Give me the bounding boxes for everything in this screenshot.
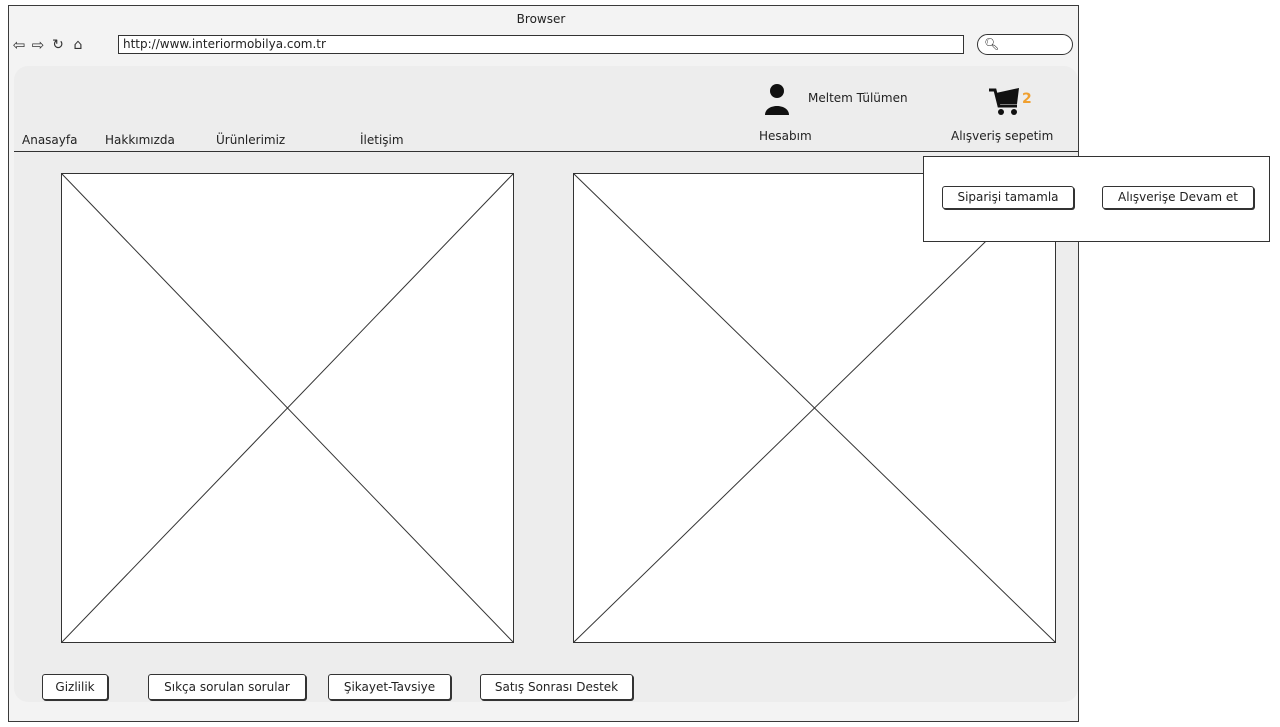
footer-feedback-button[interactable]: Şikayet-Tavsiye <box>328 674 451 700</box>
nav-link-about[interactable]: Hakkımızda <box>105 133 175 147</box>
image-placeholder-icon <box>62 174 513 642</box>
user-name: Meltem Tülümen <box>808 91 908 105</box>
account-link[interactable]: Hesabım <box>759 129 812 143</box>
back-arrow-icon[interactable]: ⇦ <box>10 36 28 54</box>
footer-privacy-button[interactable]: Gizlilik <box>42 674 108 700</box>
footer-support-button[interactable]: Satış Sonrası Destek <box>480 674 633 700</box>
magnifier-icon: 🔍︎ <box>984 37 1000 51</box>
cart-count-badge: 2 <box>1022 91 1032 107</box>
footer-faq-button[interactable]: Sıkça sorulan sorular <box>148 674 306 700</box>
forward-arrow-icon[interactable]: ⇨ <box>29 36 47 54</box>
url-field[interactable]: http://www.interiormobilya.com.tr <box>118 35 964 54</box>
image-placeholder-icon <box>574 174 1055 642</box>
nav-link-products[interactable]: Ürünlerimiz <box>216 133 285 147</box>
reload-icon[interactable]: ↻ <box>49 36 67 54</box>
home-icon[interactable]: ⌂ <box>69 36 87 54</box>
shopping-cart-icon[interactable] <box>987 84 1023 116</box>
product-image-placeholder[interactable] <box>573 173 1056 643</box>
continue-shopping-button[interactable]: Alışverişe Devam et <box>1102 186 1254 209</box>
cart-link[interactable]: Alışveriş sepetim <box>951 129 1053 143</box>
checkout-button[interactable]: Siparişi tamamla <box>942 186 1074 209</box>
nav-link-home[interactable]: Anasayfa <box>22 133 77 147</box>
nav-divider <box>14 151 1078 152</box>
nav-link-contact[interactable]: İletişim <box>360 133 404 147</box>
browser-search-input[interactable]: 🔍︎ <box>977 34 1073 55</box>
product-image-placeholder[interactable] <box>61 173 514 643</box>
browser-title: Browser <box>516 12 566 26</box>
user-icon[interactable] <box>764 82 790 116</box>
